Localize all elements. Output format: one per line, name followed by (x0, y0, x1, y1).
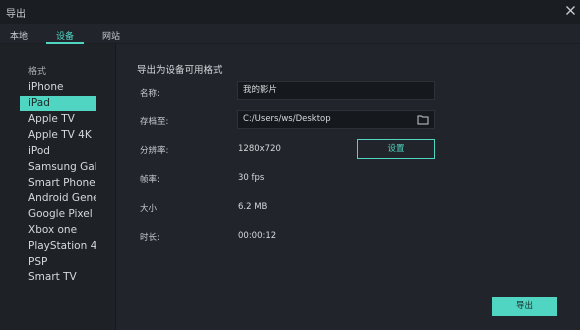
size-label: 大小 (140, 204, 158, 214)
format-item-playstation-4[interactable]: PlayStation 4 (20, 239, 96, 254)
format-item-ipod[interactable]: iPod (20, 144, 96, 159)
tab-local[interactable]: 本地 (10, 29, 28, 42)
format-item-ipad[interactable]: iPad (20, 96, 96, 111)
window-title: 导出 (6, 9, 26, 20)
format-item-smart-phone[interactable]: Smart Phone (20, 176, 96, 191)
format-item-xbox-one[interactable]: Xbox one (20, 223, 96, 238)
frame-rate-label: 帧率: (140, 175, 160, 185)
save-path-value: C:/Users/ws/Desktop (243, 114, 331, 124)
format-item-apple-tv-4k[interactable]: Apple TV 4K (20, 128, 96, 143)
duration-value: 00:00:12 (238, 231, 277, 241)
format-item-google-pixel[interactable]: Google Pixel (20, 207, 96, 222)
tab-website[interactable]: 网站 (102, 29, 120, 42)
close-icon[interactable] (565, 5, 576, 16)
format-item-android[interactable]: Android Gene (20, 191, 96, 206)
duration-label: 时长: (140, 233, 160, 243)
resolution-value: 1280x720 (238, 144, 281, 154)
format-sidebar: 格式 iPhone iPad Apple TV Apple TV 4K iPod… (0, 44, 116, 330)
tab-bar: 本地 设备 网站 (0, 24, 580, 44)
name-field[interactable]: 我的影片 (237, 81, 435, 100)
title-bar: 导出 (0, 0, 580, 24)
save-path-field[interactable]: C:/Users/ws/Desktop (237, 110, 435, 129)
format-item-samsung[interactable]: Samsung Gala: (20, 160, 96, 175)
name-value: 我的影片 (243, 85, 278, 95)
device-export-panel: 导出为设备可用格式 名称: 我的影片 存档至: C:/Users/ws/Desk… (117, 44, 580, 330)
format-header: 格式 (28, 67, 47, 77)
format-item-apple-tv[interactable]: Apple TV (20, 112, 96, 127)
section-title: 导出为设备可用格式 (137, 65, 223, 76)
format-item-iphone[interactable]: iPhone (20, 80, 96, 95)
tab-device[interactable]: 设备 (56, 29, 74, 42)
format-item-psp[interactable]: PSP (20, 255, 96, 270)
save-to-label: 存档至: (140, 117, 169, 127)
export-button[interactable]: 导出 (492, 297, 557, 316)
name-label: 名称: (140, 89, 160, 99)
folder-icon[interactable] (417, 114, 429, 125)
size-value: 6.2 MB (238, 202, 268, 212)
settings-button[interactable]: 设置 (357, 139, 435, 159)
resolution-label: 分辨率: (140, 146, 169, 156)
frame-rate-value: 30 fps (238, 173, 265, 183)
format-item-smart-tv[interactable]: Smart TV (20, 270, 96, 285)
